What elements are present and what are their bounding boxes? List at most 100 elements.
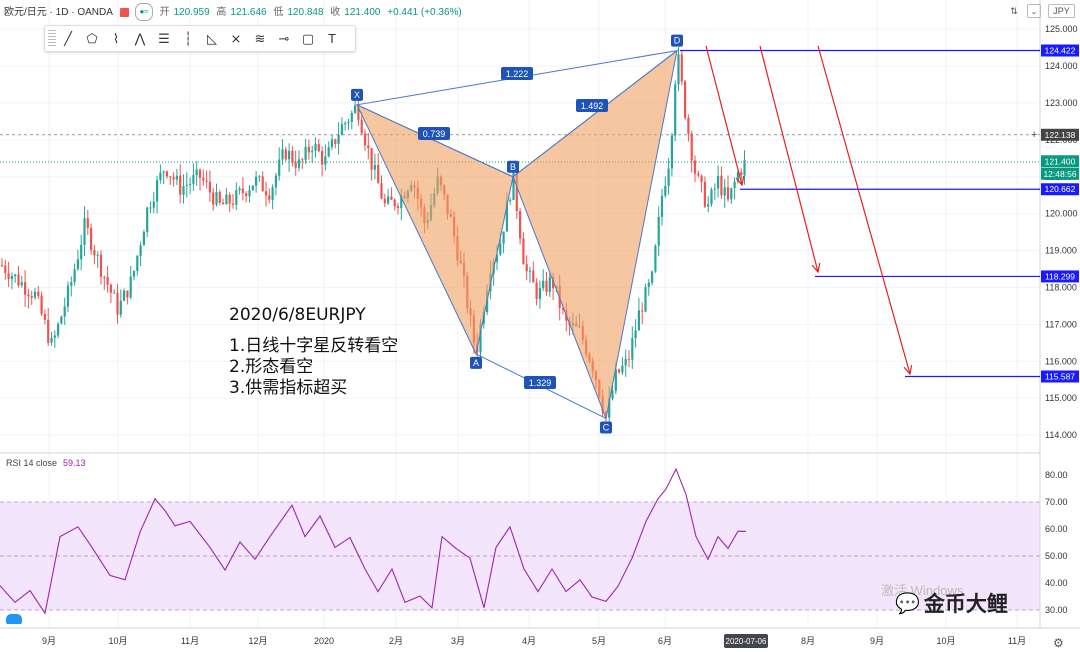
price-tick-label: 119.000 [1045, 246, 1077, 256]
brush-icon[interactable]: ⬠ [80, 27, 104, 50]
candle-body [660, 195, 664, 217]
ratio-label: 0.739 [423, 129, 446, 139]
candle-body [707, 204, 710, 207]
candle-body [350, 113, 353, 122]
candle-body [383, 198, 386, 204]
price-tick-label: 120.000 [1045, 209, 1078, 219]
candle-body [641, 310, 644, 312]
time-tick-label: 12月 [248, 636, 267, 646]
gann-icon[interactable]: ⌇ [104, 27, 128, 50]
candle-body [502, 231, 505, 244]
time-tick-label: 11月 [1008, 636, 1026, 646]
candle-body [327, 147, 330, 157]
candle-body [14, 274, 17, 277]
candle-body [57, 323, 60, 336]
candle-body [165, 171, 169, 177]
candle-body [499, 243, 502, 255]
candle-body [684, 81, 687, 118]
tradingview-logo-icon[interactable] [6, 614, 22, 624]
toolbar-grip-icon[interactable] [48, 30, 56, 47]
annotation-text[interactable]: 2020/6/8EURJPY 1.日线十字星反转看空 2.形态看空 3.供需指标… [229, 305, 398, 399]
annotation-title: 2020/6/8EURJPY [229, 305, 366, 325]
collapse-icon[interactable]: ⌄ [1027, 4, 1041, 18]
text-icon[interactable]: T [320, 27, 344, 50]
drawing-toolbar[interactable]: ╱ ⬠ ⌇ ⋀ ☰ ┆ ◺ ⨯ ≋ ⊸ ▢ T [44, 25, 356, 52]
scale-arrows-icon[interactable]: ⇅ [1007, 4, 1021, 18]
candle-body [37, 291, 40, 296]
candle-body [693, 160, 697, 174]
current-date-label: 2020-07-06 [726, 637, 767, 646]
candle-body [136, 255, 139, 271]
candle-body [129, 276, 132, 298]
regression-icon[interactable]: ≋ [248, 27, 272, 50]
symbol-label[interactable]: 欧元/日元 · 1D · OANDA [4, 7, 113, 18]
xabcd-icon[interactable]: ⨯ [224, 27, 248, 50]
rectangle-icon[interactable]: ▢ [296, 27, 320, 50]
currency-badge[interactable]: JPY [1048, 4, 1075, 18]
candle-body [330, 139, 334, 148]
candle-body [271, 187, 274, 200]
candle-body [152, 201, 155, 208]
fib-icon[interactable]: ☰ [152, 27, 176, 50]
candle-body [76, 259, 79, 270]
candle-body [307, 146, 310, 153]
pattern-icon[interactable]: ⋀ [128, 27, 152, 50]
point-label-x: X [354, 90, 360, 100]
candle-body [96, 254, 99, 256]
candle-body [66, 285, 70, 307]
candle-body [162, 171, 165, 173]
candle-body [20, 282, 23, 286]
candle-body [525, 264, 528, 272]
candle-body [631, 338, 634, 360]
candle-body [528, 270, 532, 272]
candle-body [651, 271, 654, 283]
point-label-b: B [510, 162, 516, 172]
candle-body [274, 175, 277, 188]
price-label-text: 122.138 [1045, 130, 1076, 140]
vertical-line-icon[interactable]: ┆ [176, 27, 200, 50]
candle-body [208, 181, 211, 193]
point-label-a: A [473, 358, 479, 368]
trend-line-icon[interactable]: ╱ [56, 27, 80, 50]
candle-body [185, 184, 188, 186]
rsi-header[interactable]: RSI 14 close 59.13 [6, 458, 86, 468]
candle-body [228, 194, 231, 204]
settings-gear-icon[interactable]: ⚙ [1053, 636, 1064, 650]
xabcd-pattern: 0.739 1.329 1.492 1.222 X A B C D [351, 34, 683, 434]
rsi-tick-label: 50.00 [1045, 551, 1068, 561]
candle-body [149, 207, 152, 209]
candle-body [377, 164, 380, 184]
candle-body [677, 54, 680, 85]
candle-body [324, 156, 327, 165]
price-tick-label: 125.000 [1045, 24, 1078, 34]
indicator-dots-icon[interactable]: ●≈ [135, 3, 153, 21]
high-label: 高 [216, 6, 227, 18]
candle-body [697, 173, 700, 176]
candle-body [109, 284, 112, 293]
horizontal-ray-icon[interactable]: ⊸ [272, 27, 296, 50]
price-label-text: 121.400 [1045, 156, 1076, 166]
candle-body [47, 319, 50, 343]
chart-canvas[interactable]: 125.000124.000123.000122.000121.000120.0… [0, 0, 1080, 652]
candle-body [611, 390, 614, 399]
candle-body [245, 193, 248, 197]
candle-body [634, 330, 637, 339]
candle-body [179, 175, 182, 195]
candle-body [192, 175, 195, 184]
candle-body [674, 84, 677, 136]
rsi-label: RSI 14 close [6, 458, 58, 468]
point-label-c: C [603, 422, 610, 432]
candle-body [340, 124, 343, 135]
candle-body [225, 194, 228, 205]
candle-body [142, 231, 145, 246]
measure-icon[interactable]: ◺ [200, 27, 224, 50]
price-tick-label: 114.000 [1045, 430, 1077, 440]
candle-body [284, 149, 287, 160]
alert-icon[interactable] [119, 7, 129, 17]
time-tick-label: 5月 [592, 636, 606, 646]
low-value: 120.848 [287, 6, 324, 18]
candle-body [255, 176, 258, 186]
rsi-tick-label: 70.00 [1045, 497, 1068, 507]
time-tick-label: 8月 [801, 636, 815, 646]
candle-body [618, 369, 621, 373]
